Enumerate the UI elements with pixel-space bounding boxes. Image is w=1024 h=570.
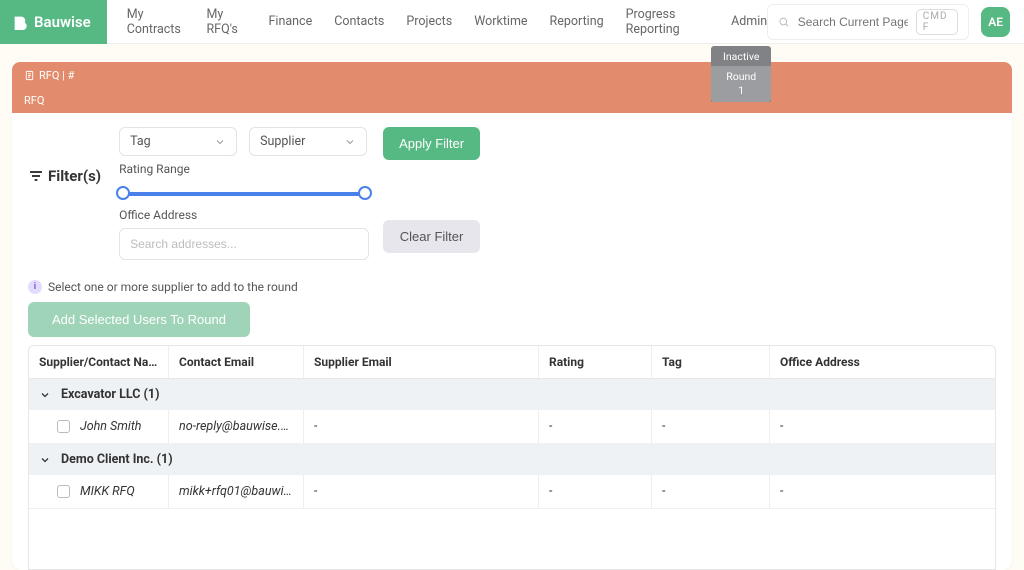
filters-heading: Filter(s) — [28, 167, 101, 185]
th-contact-email[interactable]: Contact Email — [169, 346, 304, 378]
suppliers-table: Supplier/Contact Name Contact Email Supp… — [28, 345, 996, 570]
cell-name: John Smith — [80, 419, 141, 434]
table-row: John Smith no-reply@bauwise.com - - - - — [29, 410, 995, 444]
cell-contact-email: mikk+rfq01@bauwise.com — [169, 475, 304, 508]
cell-rating: - — [539, 410, 652, 443]
chevron-down-icon — [39, 389, 51, 401]
document-icon — [24, 70, 35, 81]
chevron-down-icon — [39, 454, 51, 466]
info-text: Select one or more supplier to add to th… — [48, 280, 298, 294]
cell-tag: - — [652, 410, 770, 443]
nav-progress-reporting[interactable]: Progress Reporting — [626, 7, 709, 37]
search-box[interactable]: CMD F — [767, 4, 969, 40]
tag-select-value: Tag — [130, 134, 151, 149]
search-shortcut: CMD F — [916, 9, 959, 35]
office-address-label: Office Address — [119, 208, 369, 222]
group-title: Excavator LLC (1) — [61, 387, 159, 402]
th-supplier-contact-name[interactable]: Supplier/Contact Name — [29, 346, 169, 378]
apply-filter-button[interactable]: Apply Filter — [383, 127, 480, 160]
table-group-header[interactable]: Demo Client Inc. (1) — [29, 444, 995, 475]
main-nav: My Contracts My RFQ's Finance Contacts P… — [127, 7, 767, 37]
th-rating[interactable]: Rating — [539, 346, 652, 378]
supplier-select[interactable]: Supplier — [249, 127, 367, 156]
cell-name: MIKK RFQ — [80, 484, 135, 499]
breadcrumb-bar: RFQ | # Inactive Round 1 — [12, 62, 1012, 89]
th-office-address[interactable]: Office Address — [770, 346, 995, 378]
chevron-down-icon — [344, 136, 356, 148]
brand-name: Bauwise — [34, 13, 91, 31]
row-checkbox[interactable] — [57, 485, 70, 498]
status-line1: Inactive — [723, 50, 759, 63]
nav-my-rfqs[interactable]: My RFQ's — [206, 7, 246, 37]
nav-reporting[interactable]: Reporting — [550, 14, 604, 29]
cell-address: - — [770, 410, 995, 443]
search-input[interactable] — [798, 15, 908, 29]
table-empty-space — [29, 509, 995, 569]
status-badge: Inactive Round 1 — [711, 46, 771, 102]
nav-projects[interactable]: Projects — [406, 14, 452, 29]
nav-my-contracts[interactable]: My Contracts — [127, 7, 185, 37]
tag-select[interactable]: Tag — [119, 127, 237, 156]
logo-icon — [12, 14, 28, 30]
content-card: Filter(s) Tag Supplier Rating Range — [12, 113, 1012, 570]
cell-supplier-email: - — [304, 410, 539, 443]
rating-range-label: Rating Range — [119, 162, 369, 176]
cell-supplier-email: - — [304, 475, 539, 508]
cell-tag: - — [652, 475, 770, 508]
status-line2: Round 1 — [711, 66, 771, 102]
nav-contacts[interactable]: Contacts — [334, 14, 384, 29]
th-supplier-email[interactable]: Supplier Email — [304, 346, 539, 378]
cell-rating: - — [539, 475, 652, 508]
slider-track — [119, 192, 369, 196]
slider-max-handle[interactable] — [358, 186, 372, 200]
cell-contact-email: no-reply@bauwise.com — [169, 410, 304, 443]
filters-heading-text: Filter(s) — [48, 167, 101, 185]
breadcrumb-sub: RFQ — [12, 89, 1012, 113]
nav-admin[interactable]: Admin — [731, 14, 767, 29]
rating-range-slider[interactable] — [119, 184, 369, 202]
slider-min-handle[interactable] — [116, 186, 130, 200]
user-avatar[interactable]: AE — [981, 7, 1010, 37]
row-checkbox[interactable] — [57, 420, 70, 433]
group-title: Demo Client Inc. (1) — [61, 452, 173, 467]
supplier-select-value: Supplier — [260, 134, 305, 149]
top-nav: Bauwise My Contracts My RFQ's Finance Co… — [0, 0, 1024, 44]
brand-logo[interactable]: Bauwise — [0, 0, 107, 44]
nav-worktime[interactable]: Worktime — [474, 14, 527, 29]
th-tag[interactable]: Tag — [652, 346, 770, 378]
table-row: MIKK RFQ mikk+rfq01@bauwise.com - - - - — [29, 475, 995, 509]
clear-filter-button[interactable]: Clear Filter — [383, 220, 480, 253]
filters-section: Filter(s) Tag Supplier Rating Range — [28, 127, 996, 260]
info-icon: i — [28, 280, 42, 294]
filter-icon — [28, 168, 44, 184]
nav-finance[interactable]: Finance — [269, 14, 313, 29]
breadcrumb-title: RFQ | # — [39, 69, 74, 82]
chevron-down-icon — [214, 136, 226, 148]
office-address-input[interactable] — [119, 228, 369, 260]
cell-address: - — [770, 475, 995, 508]
search-icon — [778, 15, 790, 29]
table-group-header[interactable]: Excavator LLC (1) — [29, 379, 995, 410]
table-header-row: Supplier/Contact Name Contact Email Supp… — [29, 346, 995, 379]
info-message: i Select one or more supplier to add to … — [28, 280, 996, 294]
add-selected-users-button[interactable]: Add Selected Users To Round — [28, 302, 250, 337]
